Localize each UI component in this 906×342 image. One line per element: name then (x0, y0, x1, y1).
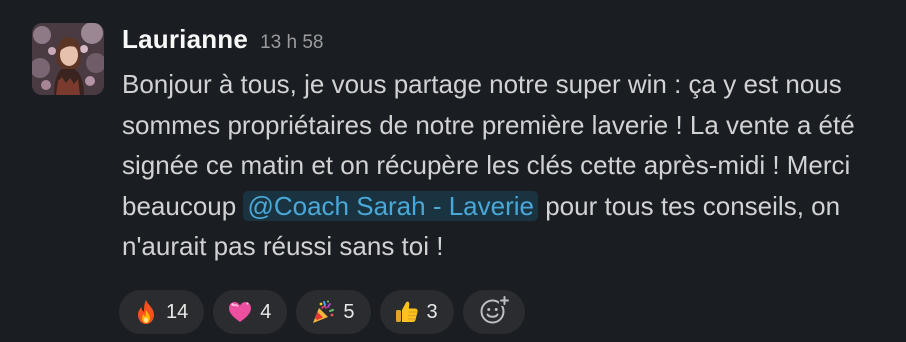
message: Laurianne 13 h 58 Bonjour à tous, je vou… (0, 0, 906, 342)
thumbs-up-icon (394, 299, 420, 325)
reaction-count: 4 (260, 300, 272, 323)
reaction-count: 3 (426, 300, 438, 323)
pink-heart-icon (227, 299, 253, 325)
reaction-fire[interactable]: 14 (119, 290, 205, 334)
reaction-pink-heart[interactable]: 4 (213, 290, 288, 334)
message-body: Bonjour à tous, je vous partage notre su… (122, 64, 882, 267)
add-reaction-button[interactable] (462, 290, 525, 334)
party-popper-icon (310, 299, 336, 325)
reaction-party-popper[interactable]: 5 (296, 290, 371, 334)
reaction-thumbs-up[interactable]: 3 (379, 290, 454, 334)
reactions-bar: 14 4 5 3 (119, 290, 525, 334)
fire-icon (133, 299, 159, 325)
timestamp[interactable]: 13 h 58 (260, 32, 323, 54)
avatar-photo (32, 23, 104, 95)
avatar[interactable] (32, 23, 104, 95)
reaction-count: 5 (343, 300, 355, 323)
add-reaction-icon (478, 294, 510, 331)
message-header: Laurianne 13 h 58 (122, 24, 323, 60)
user-mention[interactable]: @Coach Sarah - Laverie (243, 190, 538, 221)
reaction-count: 14 (166, 300, 189, 323)
author-name[interactable]: Laurianne (122, 24, 248, 55)
